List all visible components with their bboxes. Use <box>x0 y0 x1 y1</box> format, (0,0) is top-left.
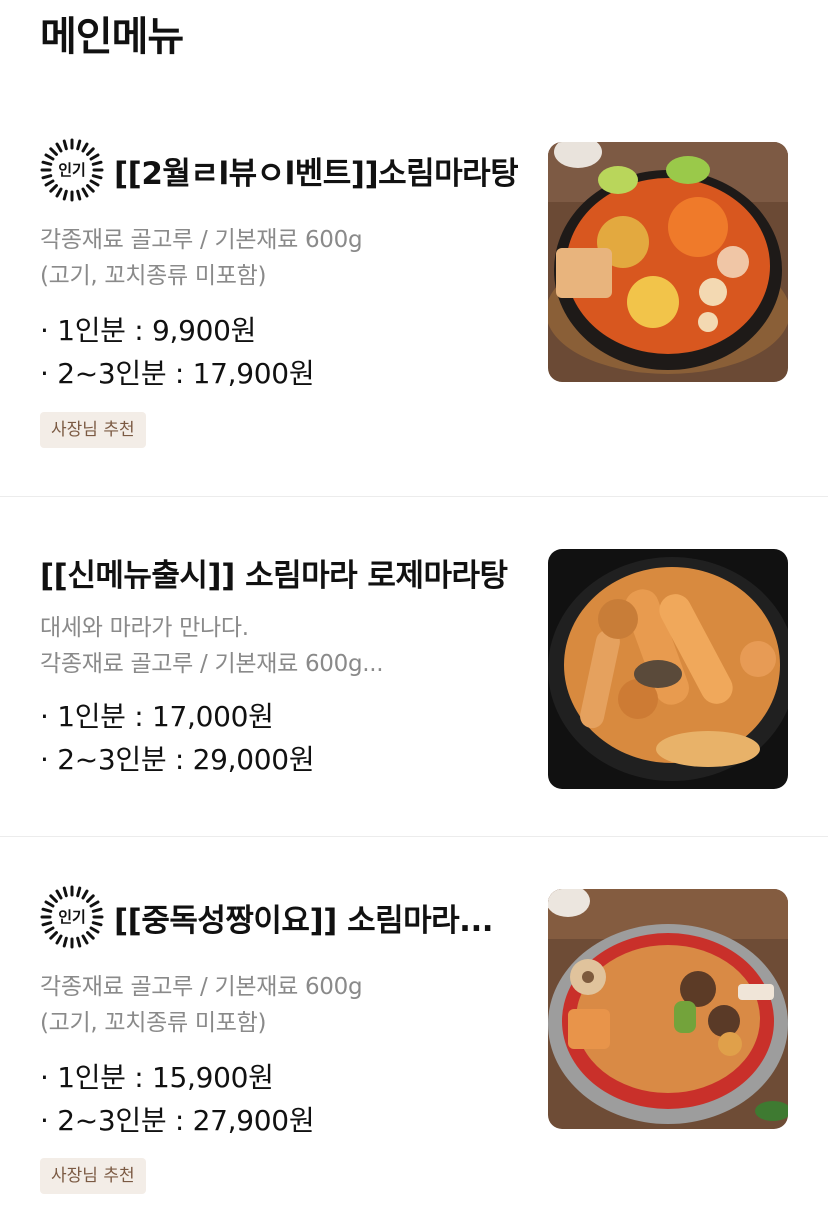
popular-badge-icon: 인기 <box>40 885 104 949</box>
menu-item-image[interactable] <box>548 142 788 382</box>
menu-item-image[interactable] <box>548 549 788 789</box>
menu-item-description: 각종재료 골고루 / 기본재료 600g... <box>40 651 384 677</box>
menu-item-description: 각종재료 골고루 / 기본재료 600g <box>40 227 363 253</box>
menu-item-description: 각종재료 골고루 / 기본재료 600g <box>40 974 363 1000</box>
menu-item[interactable]: [[신메뉴출시]] 소림마라 로제마라탕 대세와 마라가 만나다. 각종재료 골… <box>0 497 828 837</box>
menu-item-title-row: 인기 [[중독성짱이요]] 소림마라... <box>40 885 522 949</box>
owner-recommend-badge: 사장님 추천 <box>40 1158 146 1194</box>
menu-item-title-row: [[신메뉴출시]] 소림마라 로제마라탕 <box>40 547 522 597</box>
spicy-malatang-bowl-icon <box>548 142 788 382</box>
owner-recommend-badge: 사장님 추천 <box>40 412 146 448</box>
menu-item-image[interactable] <box>548 889 788 1129</box>
menu-item-name: [[2월ㄹl뷰ㅇl벤트]]소림마라탕 <box>114 155 519 192</box>
rose-malatang-bowl-icon <box>548 549 788 789</box>
menu-item-name: [[중독성짱이요]] 소림마라... <box>114 902 493 939</box>
menu-item-title-row: 인기 [[2월ㄹl뷰ㅇl벤트]]소림마라탕 <box>40 138 522 202</box>
menu-item[interactable]: 인기 [[중독성짱이요]] 소림마라... 각종재료 골고루 / 기본재료 60… <box>0 837 828 1214</box>
menu-item-description: (고기, 꼬치종류 미포함) <box>40 1010 267 1036</box>
malaxiangguo-pan-icon <box>548 889 788 1129</box>
menu-item-price: · 2~3인분 : 17,900원 <box>40 357 315 390</box>
menu-item-description: (고기, 꼬치종류 미포함) <box>40 263 267 289</box>
menu-item-name: [[신메뉴출시]] 소림마라 로제마라탕 <box>40 557 508 594</box>
menu-item-price: · 1인분 : 9,900원 <box>40 314 257 347</box>
menu-item-description: 대세와 마라가 만나다. <box>40 615 249 641</box>
menu-item-price: · 2~3인분 : 29,000원 <box>40 743 315 776</box>
popular-badge-icon: 인기 <box>40 138 104 202</box>
menu-item-price: · 2~3인분 : 27,900원 <box>40 1104 315 1137</box>
menu-item[interactable]: 인기 [[2월ㄹl뷰ㅇl벤트]]소림마라탕 각종재료 골고루 / 기본재료 60… <box>0 0 828 496</box>
menu-item-price: · 1인분 : 17,000원 <box>40 700 274 733</box>
menu-item-price: · 1인분 : 15,900원 <box>40 1061 274 1094</box>
